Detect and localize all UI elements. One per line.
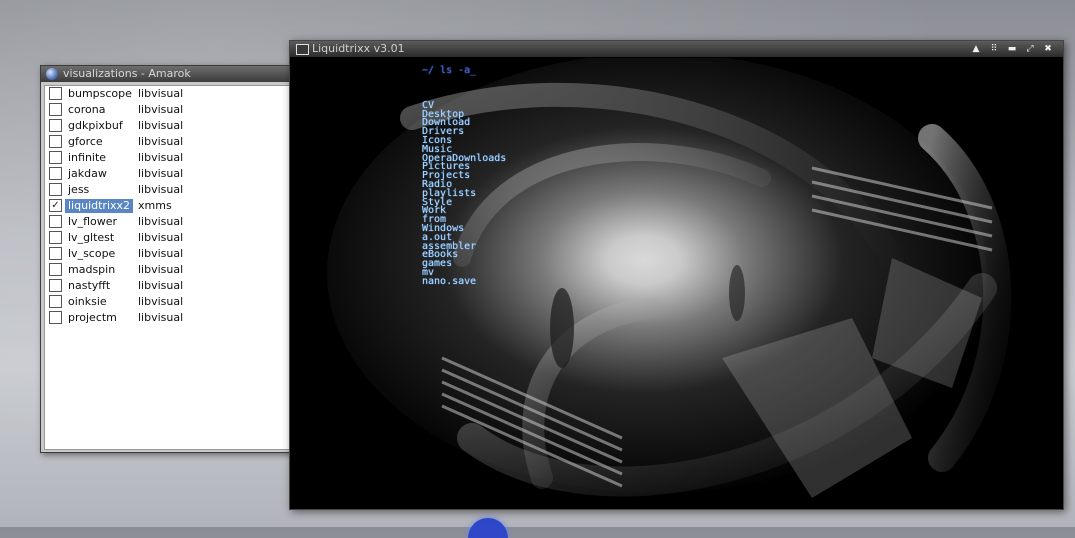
visualization-checkbox[interactable] — [49, 87, 62, 100]
visualization-row[interactable]: nastyfft libvisual — [45, 278, 294, 294]
visualization-plugin: libvisual — [138, 183, 184, 196]
visualization-checkbox[interactable] — [49, 263, 62, 276]
visualization-checkbox[interactable] — [49, 231, 62, 244]
visualization-name: infinite — [68, 151, 107, 164]
visualization-checkbox[interactable] — [49, 135, 62, 148]
visualization-plugin: libvisual — [138, 263, 184, 276]
visualization-checkbox[interactable] — [49, 167, 62, 180]
visualization-name: lv_scope — [68, 247, 116, 260]
visualization-row[interactable]: gforce libvisual — [45, 134, 294, 150]
visualization-row[interactable]: jess libvisual — [45, 182, 294, 198]
visualization-name: projectm — [68, 311, 117, 324]
visualization-name: jakdaw — [68, 167, 107, 180]
window-menu-icon[interactable] — [296, 44, 309, 55]
amarok-visualizations-window: visualizations - Amarok bumpscope libvisu… — [40, 65, 298, 453]
visualization-plugin: libvisual — [138, 103, 184, 116]
sticky-button[interactable]: ⠿ — [987, 42, 1001, 56]
visualization-name: lv_gltest — [68, 231, 115, 244]
visualization-checkbox[interactable]: ✓ — [49, 199, 62, 212]
visualization-plugin: libvisual — [138, 215, 184, 228]
visualization-plugin: libvisual — [138, 295, 184, 308]
visualization-checkbox[interactable] — [49, 247, 62, 260]
visualization-name: gforce — [68, 135, 103, 148]
visualization-row[interactable]: bumpscope libvisual — [45, 86, 294, 102]
visualization-name: madspin — [68, 263, 116, 276]
directory-listing: CV Desktop Download Drivers Icons Music OperaD… — [422, 100, 506, 287]
maximize-button[interactable]: ⤢ — [1023, 42, 1037, 56]
visualization-name: jess — [68, 183, 90, 196]
shade-button[interactable]: ▲ — [969, 42, 983, 56]
visualization-name: nastyfft — [68, 279, 111, 292]
directory-entry: nano.save — [422, 275, 477, 287]
visualization-name: lv_flower — [68, 215, 118, 228]
visualization-plugin: libvisual — [138, 231, 184, 244]
directory-entry: games — [422, 258, 453, 270]
visualization-name: bumpscope — [68, 87, 132, 100]
visualization-row[interactable]: corona libvisual — [45, 102, 294, 118]
liquidtrixx-window: Liquidtrixx v3.01 ▲ ⠿ ▬ ⤢ ✖ ~/ ls -a_ CV… — [289, 40, 1064, 510]
visualization-checkbox[interactable] — [49, 311, 62, 324]
visualization-name: corona — [68, 103, 106, 116]
terminal-overlay: ~/ ls -a_ CV Desktop Download Drivers Icons M… — [422, 65, 506, 287]
visualization-list: bumpscope libvisual corona libvisual gdkpixb… — [44, 85, 295, 450]
visualization-checkbox[interactable] — [49, 151, 62, 164]
visualization-plugin: libvisual — [138, 119, 184, 132]
visualization-name: liquidtrixx2 — [65, 199, 134, 213]
visualization-row[interactable]: lv_flower libvisual — [45, 214, 294, 230]
visualization-row[interactable]: madspin libvisual — [45, 262, 294, 278]
visualization-row[interactable]: ✓ liquidtrixx2 xmms — [45, 198, 294, 214]
visualization-plugin: libvisual — [138, 167, 184, 180]
visualization-row[interactable]: infinite libvisual — [45, 150, 294, 166]
liquidtrixx-window-title: Liquidtrixx v3.01 — [312, 42, 405, 55]
liquidtrixx-titlebar[interactable]: Liquidtrixx v3.01 ▲ ⠿ ▬ ⤢ ✖ — [290, 41, 1063, 57]
visualization-checkbox[interactable] — [49, 183, 62, 196]
visualization-canvas[interactable]: ~/ ls -a_ CV Desktop Download Drivers Icons M… — [292, 58, 1061, 507]
visualization-name: oinksie — [68, 295, 107, 308]
visualization-plugin: libvisual — [138, 247, 184, 260]
visualization-row[interactable]: jakdaw libvisual — [45, 166, 294, 182]
amarok-app-icon[interactable] — [46, 68, 58, 80]
desktop-orb-icon — [468, 518, 508, 538]
amarok-window-title: visualizations - Amarok — [63, 67, 191, 80]
visualization-row[interactable]: oinksie libvisual — [45, 294, 294, 310]
visualization-row[interactable]: lv_gltest libvisual — [45, 230, 294, 246]
visualization-name: gdkpixbuf — [68, 119, 123, 132]
visualization-row[interactable]: gdkpixbuf libvisual — [45, 118, 294, 134]
visualization-checkbox[interactable] — [49, 279, 62, 292]
terminal-prompt: ~/ ls -a_ — [422, 65, 477, 76]
close-button[interactable]: ✖ — [1041, 42, 1055, 56]
amarok-titlebar[interactable]: visualizations - Amarok — [41, 66, 297, 82]
visualization-checkbox[interactable] — [49, 295, 62, 308]
visualization-plugin: libvisual — [138, 279, 184, 292]
visualization-plugin: libvisual — [138, 87, 184, 100]
visualization-plugin: libvisual — [138, 151, 184, 164]
visualization-row[interactable]: lv_scope libvisual — [45, 246, 294, 262]
visualization-row[interactable]: projectm libvisual — [45, 310, 294, 326]
visualization-plugin: xmms — [138, 199, 172, 212]
visualization-checkbox[interactable] — [49, 103, 62, 116]
visualization-checkbox[interactable] — [49, 119, 62, 132]
liquid-visualization-graphic — [292, 58, 1061, 507]
visualization-plugin: libvisual — [138, 311, 184, 324]
visualization-checkbox[interactable] — [49, 215, 62, 228]
visualization-plugin: libvisual — [138, 135, 184, 148]
minimize-button[interactable]: ▬ — [1005, 42, 1019, 56]
